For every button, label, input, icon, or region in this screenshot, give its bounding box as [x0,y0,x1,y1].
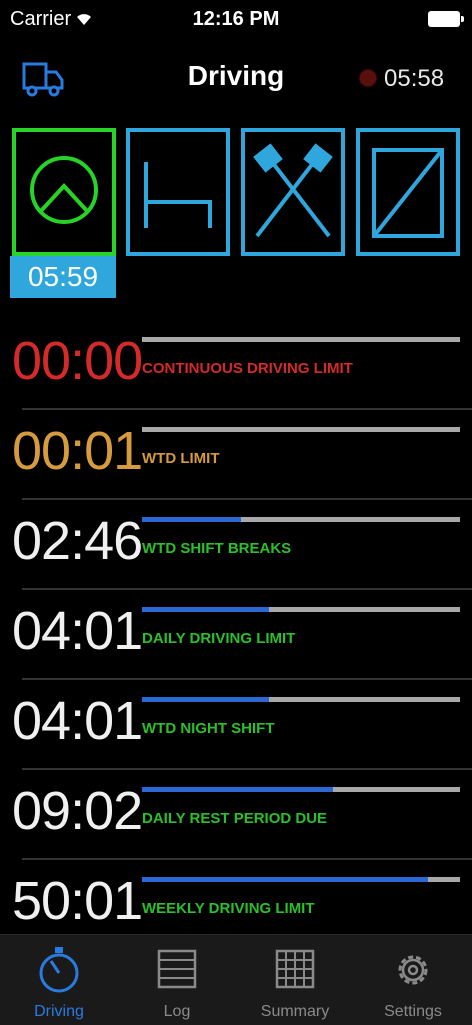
record-time: 05:58 [384,65,445,92]
limit-value: 50:01 [12,871,143,931]
limit-progress-bar [142,337,460,342]
limit-label: WEEKLY DRIVING LIMIT [142,900,315,917]
limit-label: WTD NIGHT SHIFT [142,720,275,737]
list-icon [157,949,197,989]
tab-log[interactable]: Log [118,935,236,1025]
tab-driving[interactable]: Driving [0,935,118,1025]
limit-value: 04:01 [12,691,143,751]
limit-value: 00:00 [12,331,143,391]
limit-progress-fill [142,517,241,522]
limit-progress-bar [142,607,460,612]
availability-icon [372,148,444,238]
limit-row-wtd: 00:01 WTD LIMIT [0,410,472,500]
limit-row-wtd-shift-breaks: 02:46 WTD SHIFT BREAKS [0,500,472,590]
limit-row-wtd-night-shift: 04:01 WTD NIGHT SHIFT [0,680,472,770]
limit-label: DAILY REST PERIOD DUE [142,810,328,827]
tab-label: Log [163,1003,191,1020]
limit-value: 09:02 [12,781,143,841]
activity-availability-button[interactable] [356,128,460,256]
tab-settings[interactable]: Settings [354,935,472,1025]
limit-progress-bar [142,787,460,792]
tab-label: Summary [260,1003,330,1020]
limit-row-continuous-driving: 00:00 CONTINUOUS DRIVING LIMIT [0,320,472,410]
crossed-hammers-icon [253,143,333,238]
gear-icon [398,955,428,985]
tab-bar: Driving Log Summary Settings [0,934,472,1025]
stopwatch-icon [39,947,79,993]
limit-progress-fill [142,607,270,612]
limit-value: 04:01 [12,601,143,661]
nav-bar: Driving 05:58 [0,40,472,120]
limit-progress-fill [142,787,333,792]
limit-progress-bar [142,877,460,882]
limit-row-daily-driving: 04:01 DAILY DRIVING LIMIT [0,590,472,680]
grid-icon [275,949,315,989]
limit-progress-fill [142,697,270,702]
limit-progress-bar [142,517,460,522]
limit-value: 02:46 [12,511,143,571]
limit-value: 00:01 [12,421,143,481]
status-bar: Carrier 12:16 PM [0,0,472,40]
steering-wheel-icon [30,156,98,224]
limit-label: WTD LIMIT [142,450,220,467]
active-activity-timer: 05:59 [10,256,116,298]
tab-summary[interactable]: Summary [236,935,354,1025]
tab-label: Settings [384,1003,442,1020]
limit-progress-fill [142,877,429,882]
limit-row-daily-rest: 09:02 DAILY REST PERIOD DUE [0,770,472,860]
bed-icon [144,162,212,228]
tab-label: Driving [34,1003,84,1020]
status-time: 12:16 PM [192,8,280,30]
limit-label: CONTINUOUS DRIVING LIMIT [142,360,353,377]
limit-progress-bar [142,697,460,702]
battery-icon [428,11,464,27]
limit-progress-bar [142,427,460,432]
record-indicator-icon [360,70,376,86]
limit-label: WTD SHIFT BREAKS [142,540,292,557]
activity-rest-button[interactable] [126,128,230,256]
limit-label: DAILY DRIVING LIMIT [142,630,296,647]
activity-driving-button[interactable] [12,128,116,256]
activity-work-button[interactable] [241,128,345,256]
